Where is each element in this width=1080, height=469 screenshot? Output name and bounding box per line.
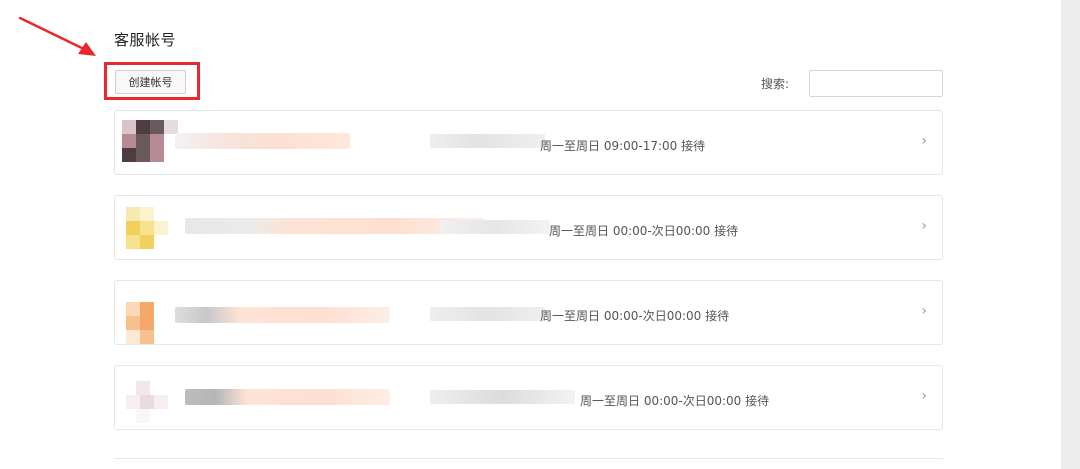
account-name-redacted bbox=[185, 389, 390, 405]
chevron-right-icon: › bbox=[921, 388, 927, 404]
account-id-redacted bbox=[440, 220, 550, 234]
account-card[interactable]: 周一至周日 00:00-次日00:00 接待 › bbox=[114, 195, 943, 260]
account-card[interactable]: 周一至周日 00:00-次日00:00 接待 › bbox=[114, 365, 943, 430]
account-id-redacted bbox=[430, 134, 545, 148]
account-id-redacted bbox=[430, 307, 545, 321]
chevron-right-icon: › bbox=[921, 133, 927, 149]
account-name-redacted bbox=[175, 133, 350, 149]
search-label: 搜索: bbox=[761, 77, 790, 91]
annotation-arrow bbox=[18, 16, 96, 56]
account-card[interactable]: 周一至周日 09:00-17:00 接待 › bbox=[114, 110, 943, 175]
create-account-button[interactable]: 创建帐号 bbox=[115, 70, 186, 94]
account-schedule: 周一至周日 00:00-次日00:00 接待 bbox=[549, 224, 739, 238]
page-title: 客服帐号 bbox=[114, 31, 177, 49]
account-avatar bbox=[120, 203, 176, 253]
account-avatar bbox=[120, 118, 178, 168]
account-schedule: 周一至周日 00:00-次日00:00 接待 bbox=[540, 309, 730, 323]
account-avatar bbox=[120, 373, 176, 423]
list-bottom-divider bbox=[114, 458, 943, 459]
account-schedule: 周一至周日 00:00-次日00:00 接待 bbox=[580, 394, 770, 408]
account-name-redacted bbox=[175, 307, 390, 323]
account-avatar bbox=[120, 288, 176, 344]
chevron-right-icon: › bbox=[921, 303, 927, 319]
search-input[interactable] bbox=[809, 70, 943, 97]
chevron-right-icon: › bbox=[921, 218, 927, 234]
page-scroll-rail[interactable] bbox=[1061, 0, 1080, 469]
account-card[interactable]: 周一至周日 00:00-次日00:00 接待 › bbox=[114, 280, 943, 345]
account-id-redacted bbox=[430, 390, 575, 404]
account-schedule: 周一至周日 09:00-17:00 接待 bbox=[540, 139, 706, 153]
